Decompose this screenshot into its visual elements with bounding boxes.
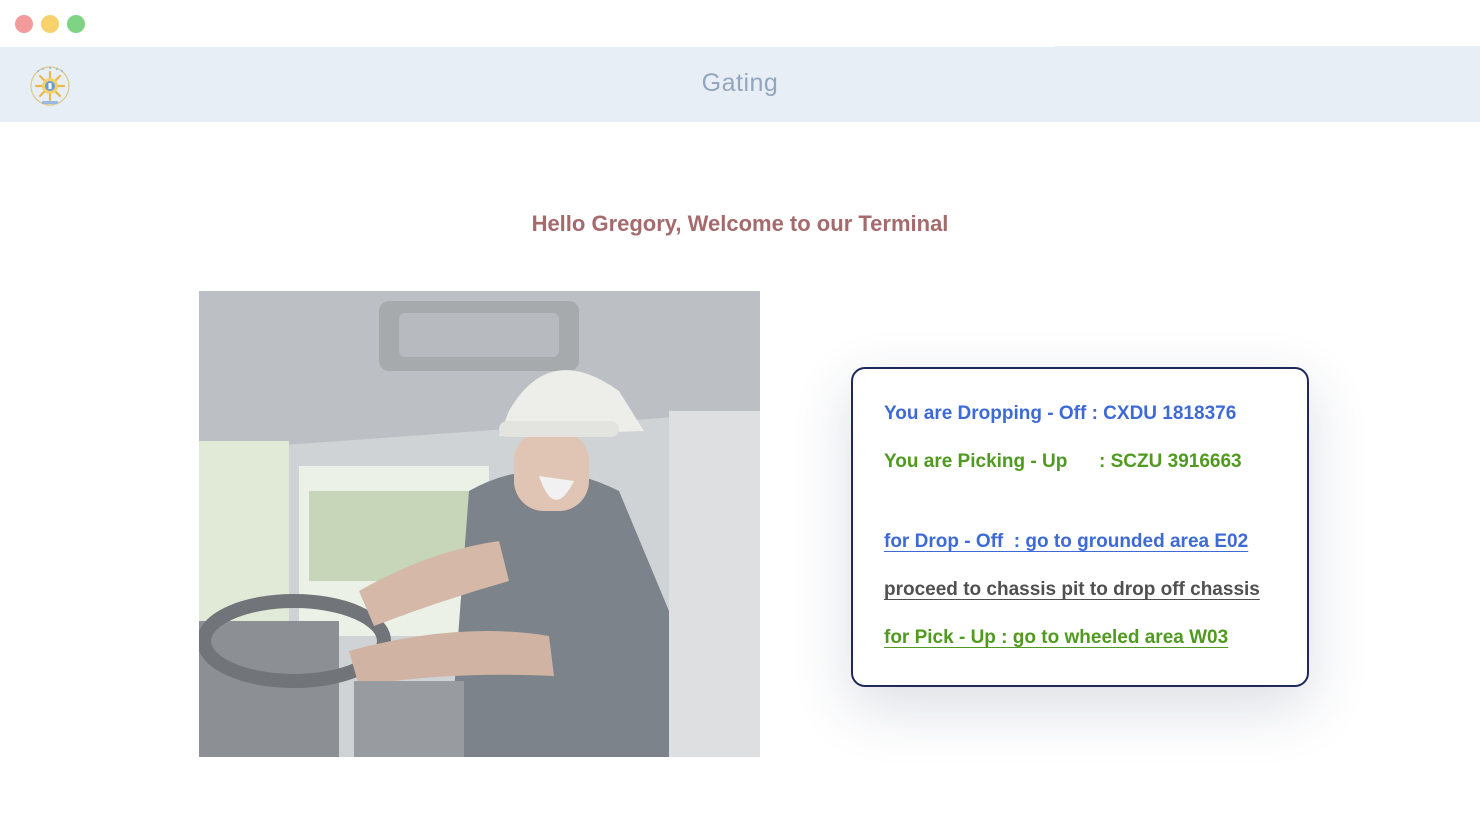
pick-up-location-link[interactable]: for Pick - Up : go to wheeled area W03 — [884, 627, 1228, 649]
app-header: Gating — [0, 47, 1480, 122]
page-title: Gating — [701, 69, 779, 97]
minimize-window-button[interactable] — [41, 15, 59, 33]
picking-container-line: You are Picking - Up : SCZU 3916663 — [884, 451, 1242, 472]
welcome-message: Hello Gregory, Welcome to our Terminal — [531, 211, 949, 236]
chassis-pit-link[interactable]: proceed to chassis pit to drop off chass… — [884, 579, 1260, 601]
truck-driver-photo — [199, 291, 760, 757]
maximize-window-button[interactable] — [67, 15, 85, 33]
close-window-button[interactable] — [15, 15, 33, 33]
window-titlebar — [0, 0, 1480, 48]
gating-instructions-card: You are Dropping - Off : CXDU 1818376 Yo… — [851, 367, 1309, 687]
dropping-container-line: You are Dropping - Off : CXDU 1818376 — [884, 403, 1237, 424]
drop-off-location-link[interactable]: for Drop - Off : go to grounded area E02 — [884, 531, 1248, 553]
